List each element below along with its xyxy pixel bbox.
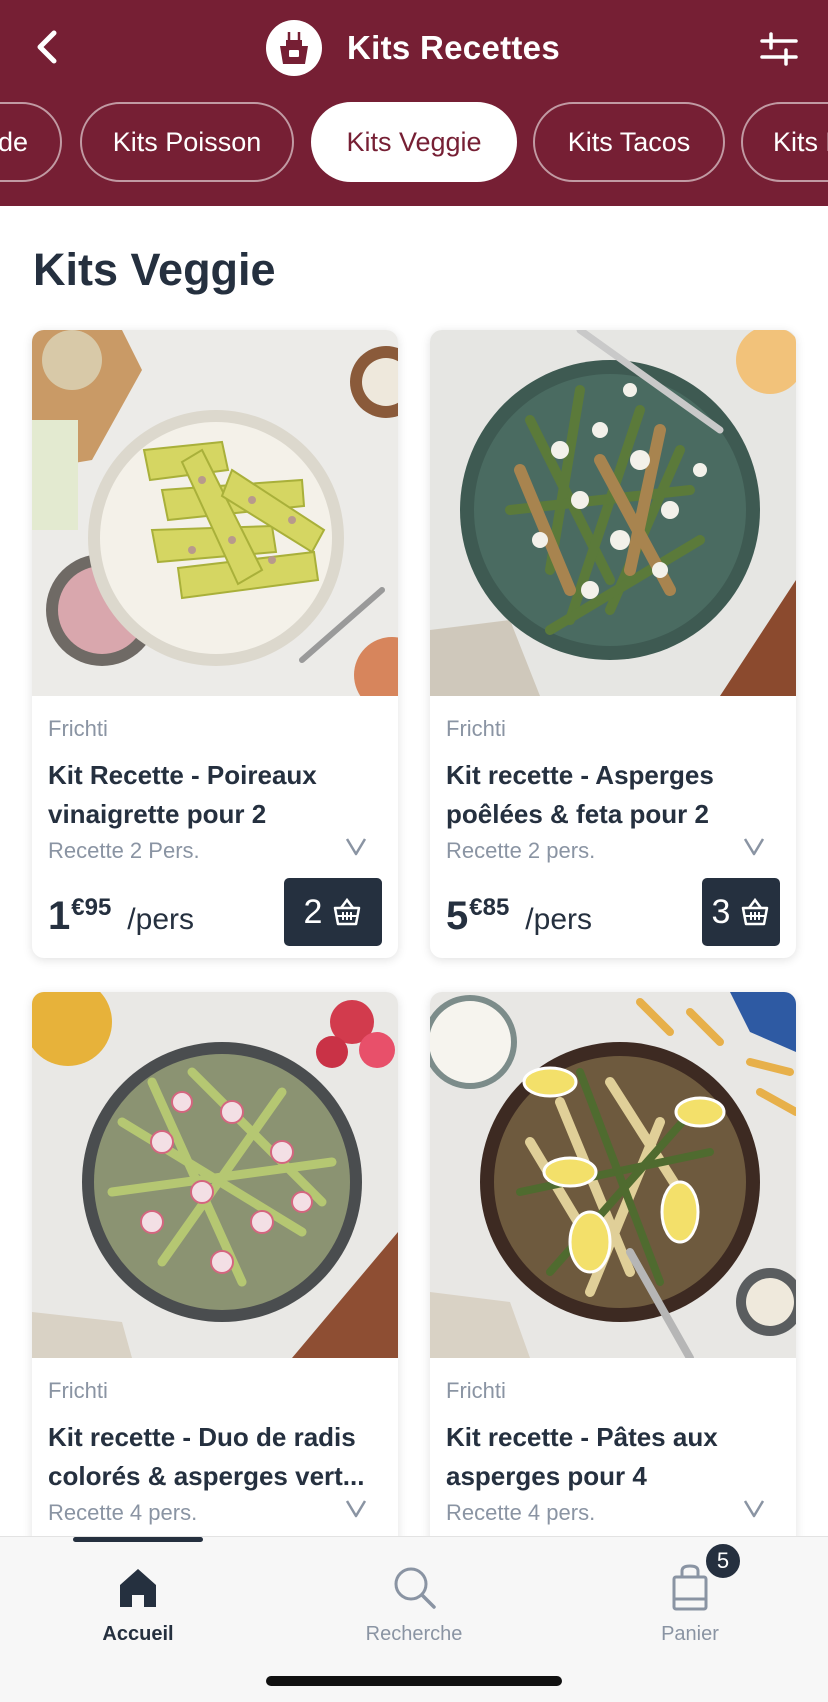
product-name[interactable]: Kit Recette - Poireaux vinaigrette pour … (48, 756, 378, 834)
nav-item-panier[interactable]: Panier (590, 1551, 790, 1661)
product-name[interactable]: Kit recette - Duo de radis colorés & asp… (48, 1418, 378, 1496)
product-portion: Recette 4 pers. (446, 1500, 596, 1525)
product-brand: Frichti (446, 1378, 506, 1403)
page-header-title: Kits Recettes (347, 29, 560, 66)
product-price: 1 €95 /pers (48, 894, 194, 938)
tab-kits-poisson[interactable]: Kits Poisson (80, 102, 294, 182)
product-image-leeks (32, 330, 398, 696)
add-to-cart-button[interactable]: 3 (702, 878, 780, 946)
product-card[interactable]: Frichti Kit recette - Duo de radis color… (32, 992, 398, 1592)
tab-kits-desserts[interactable]: Kits Desserts (741, 102, 828, 182)
category-tabs: Kits Viande Kits Poisson Kits Veggie Kit… (0, 102, 828, 182)
nav-item-accueil[interactable]: Accueil (38, 1551, 238, 1661)
chevron-down-icon[interactable] (742, 1496, 766, 1520)
tab-kits-viande[interactable]: Kits Viande (0, 102, 62, 182)
chevron-left-icon (37, 30, 57, 64)
search-icon (394, 1567, 436, 1609)
chevron-down-icon[interactable] (344, 834, 368, 858)
filter-button[interactable] (754, 24, 804, 74)
chevron-down-icon[interactable] (742, 834, 766, 858)
home-indicator (266, 1676, 562, 1686)
product-portion: Recette 4 pers. (48, 1500, 198, 1525)
product-brand: Frichti (446, 716, 506, 741)
tab-kits-veggie[interactable]: Kits Veggie (311, 102, 517, 182)
header-title-group: Kits Recettes (266, 20, 560, 76)
product-name[interactable]: Kit recette - Asperges poêlées & feta po… (446, 756, 776, 834)
basket-icon (334, 897, 361, 926)
basket-icon (742, 897, 769, 926)
tab-kits-tacos[interactable]: Kits Tacos (533, 102, 725, 182)
nav-item-recherche[interactable]: Recherche (314, 1551, 514, 1661)
product-portion: Recette 2 Pers. (48, 838, 200, 863)
active-tab-indicator (73, 1537, 203, 1542)
product-card[interactable]: Frichti Kit recette - Pâtes aux asperges… (430, 992, 796, 1592)
apron-icon (266, 20, 322, 76)
product-image-radish-salad (32, 992, 398, 1358)
chevron-down-icon[interactable] (344, 1496, 368, 1520)
product-price: 5 €85 /pers (446, 894, 592, 938)
product-card[interactable]: Frichti Kit Recette - Poireaux vinaigret… (32, 330, 398, 958)
home-icon (120, 1569, 156, 1607)
product-image-asparagus-pasta (430, 992, 796, 1358)
product-portion: Recette 2 pers. (446, 838, 596, 863)
product-card[interactable]: Frichti Kit recette - Asperges poêlées &… (430, 330, 796, 958)
cart-count-badge: 5 (704, 1542, 742, 1580)
add-to-cart-button[interactable]: 2 (284, 878, 382, 946)
sliders-icon (760, 32, 798, 66)
app-header: Kits Recettes Kits Viande Kits Poisson K… (0, 0, 828, 206)
product-name[interactable]: Kit recette - Pâtes aux asperges pour 4 (446, 1418, 776, 1496)
back-button[interactable] (22, 22, 72, 72)
product-image-asparagus-feta (430, 330, 796, 696)
product-brand: Frichti (48, 1378, 108, 1403)
section-title: Kits Veggie (33, 244, 276, 295)
product-brand: Frichti (48, 716, 108, 741)
